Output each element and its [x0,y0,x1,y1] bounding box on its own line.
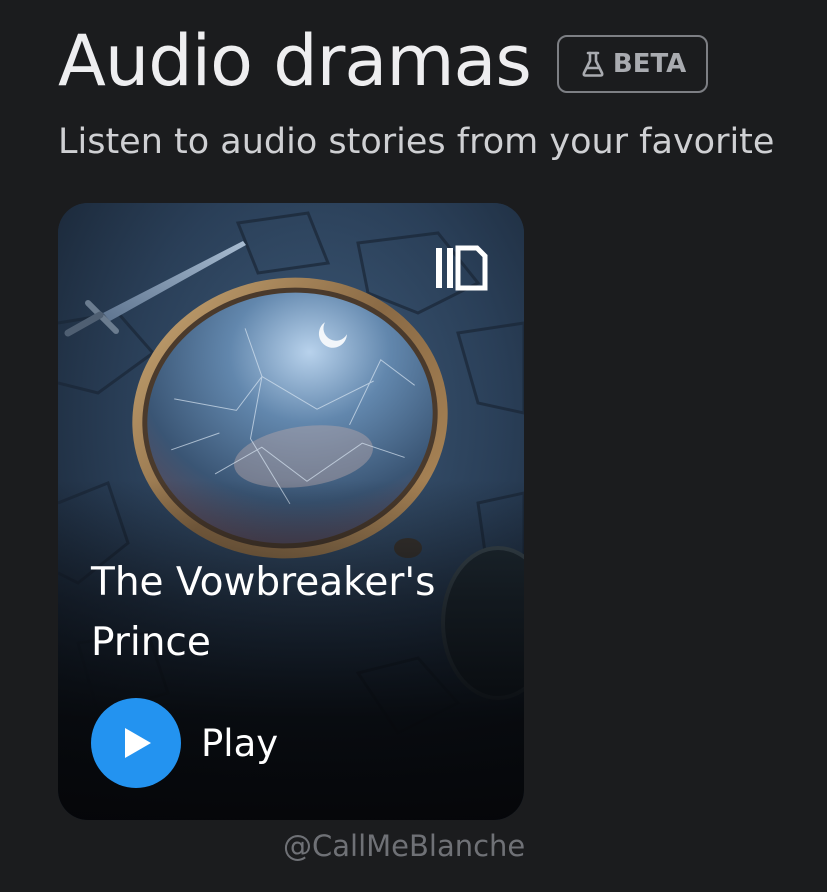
play-label[interactable]: Play [201,722,278,765]
beta-badge-label: BETA [612,49,687,79]
drama-title: The Vowbreaker's Prince [91,560,436,665]
audio-dramas-page: Audio dramas BETA Listen to audio storie… [0,0,827,892]
beta-badge: BETA [556,35,709,93]
page-title: Audio dramas [58,20,532,102]
play-button[interactable]: Play [91,698,278,788]
flask-icon [581,50,605,78]
page-header: Audio dramas BETA [58,20,709,102]
book-stack-icon [434,245,488,295]
play-icon[interactable] [91,698,181,788]
watermark-credit: @CallMeBlanche [283,829,526,863]
page-subtitle: Listen to audio stories from your favori… [58,122,775,162]
audio-drama-card[interactable]: The Vowbreaker's Prince Play [58,203,524,820]
